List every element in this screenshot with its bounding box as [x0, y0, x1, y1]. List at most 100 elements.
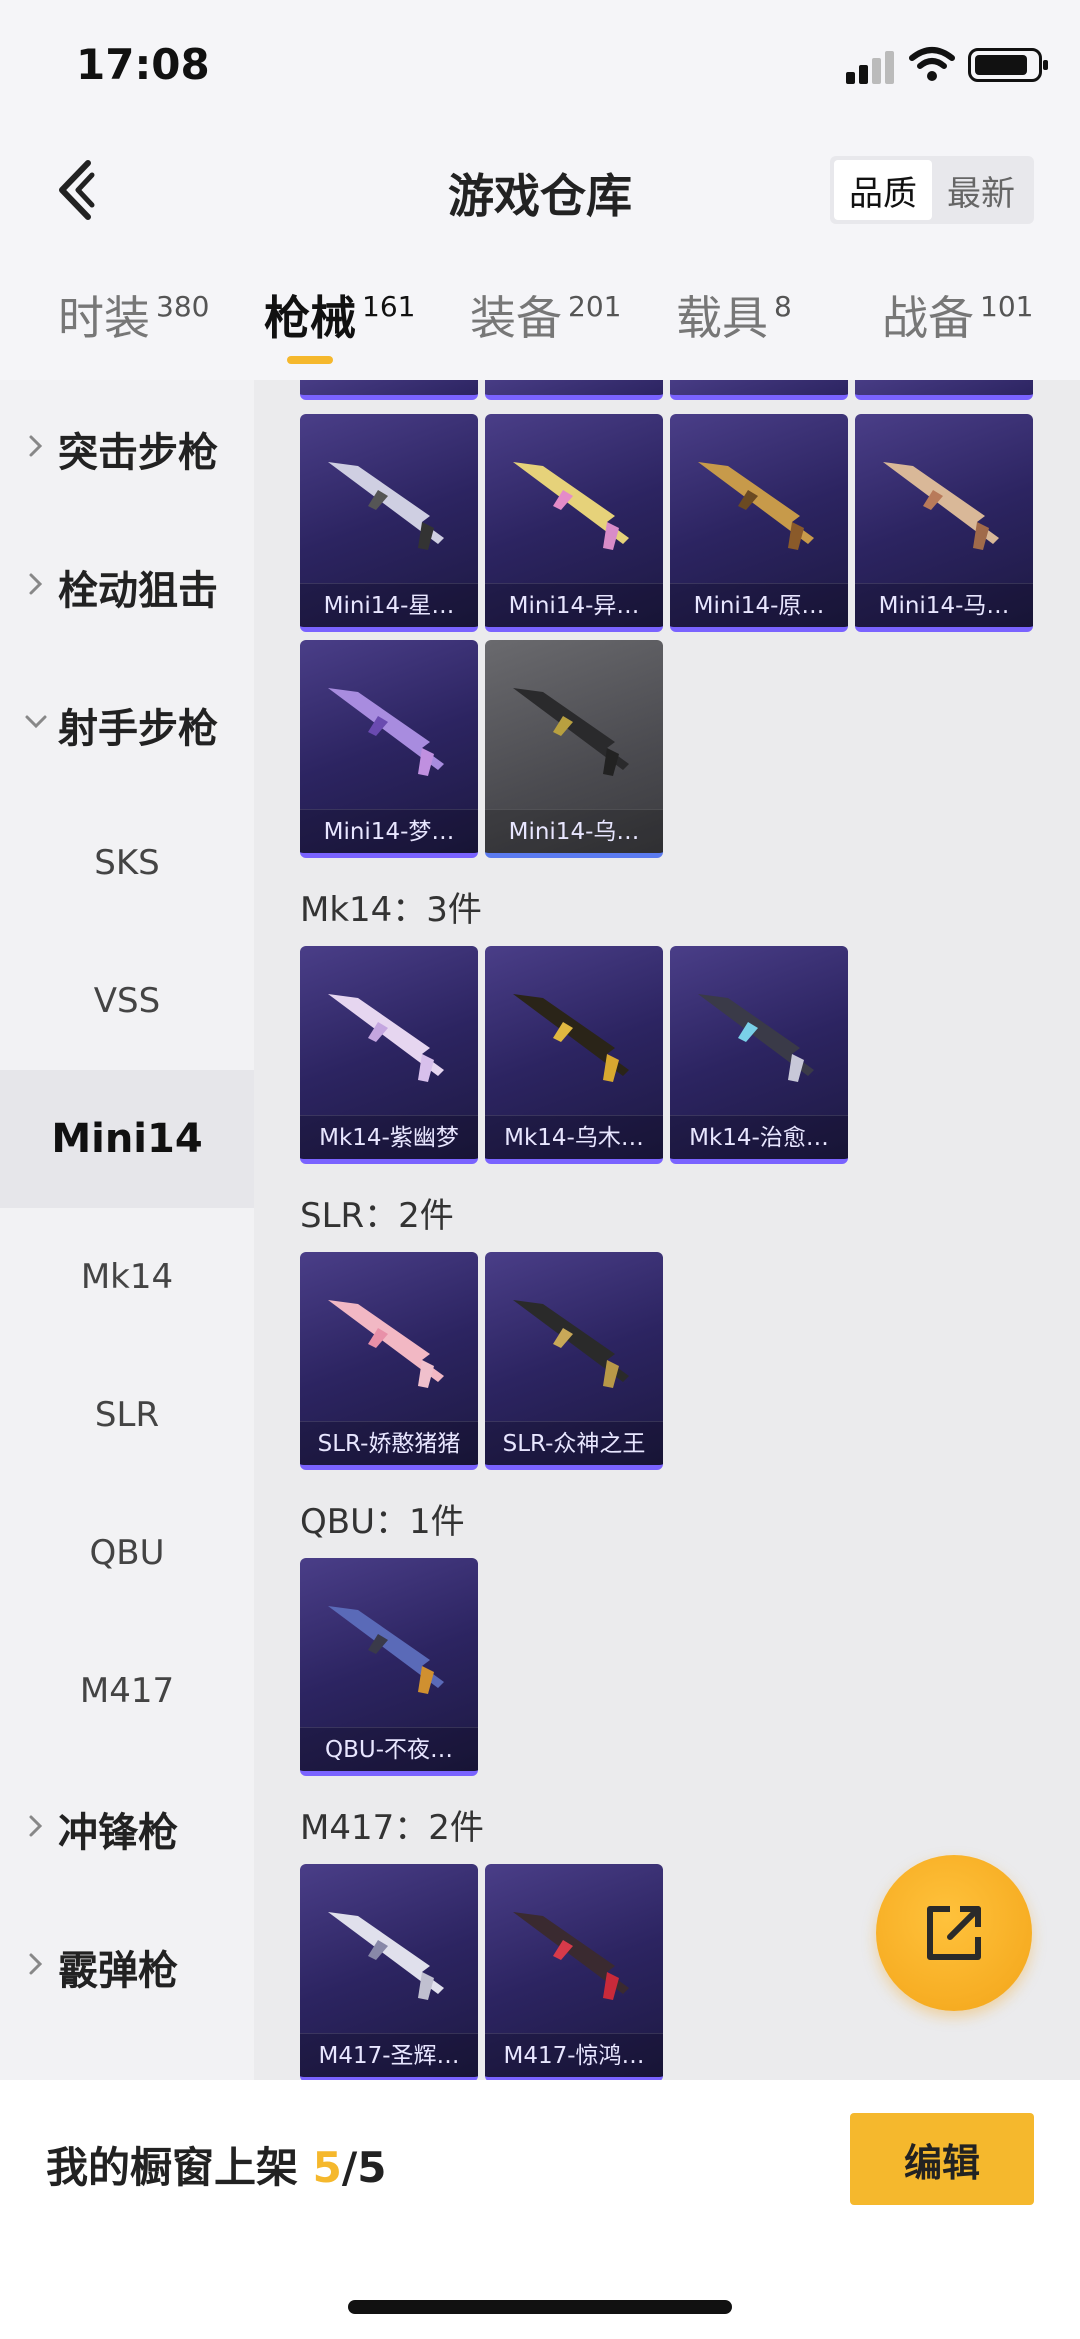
skin-name: Mk14-紫幽梦 [300, 1115, 478, 1159]
sidebar-item-label: 冲锋枪 [58, 1810, 178, 1856]
sidebar-item-bolt-sniper[interactable]: 栓动狙击 [0, 518, 254, 656]
skin-card[interactable]: Mini14-异… [485, 414, 663, 632]
share-button[interactable] [876, 1855, 1032, 2011]
sidebar-item-sks[interactable]: SKS [0, 794, 254, 932]
chevron-right-icon [29, 435, 43, 457]
tab-label: 时装 [58, 291, 150, 345]
signal-icon [846, 50, 896, 84]
skin-card[interactable]: Mini14-乌… [485, 640, 663, 858]
chevron-right-icon [29, 1953, 43, 1975]
skin-name: SLR-娇憨猪猪 [300, 1421, 478, 1465]
skin-card[interactable]: Mini14-马… [855, 414, 1033, 632]
tab-count: 380 [156, 290, 210, 323]
tab-label: 战备 [882, 291, 974, 345]
skin-card[interactable]: Mini14-梦… [300, 640, 478, 858]
app-screen: 17:08 游戏仓库 品质 最新 时装 380 枪械 161 装备 201 载具 8 战… [0, 0, 1080, 2339]
skin-grid: Mini14-星… Mini14-异… Mini14-原… Mini14-马… … [254, 380, 1080, 2080]
rifle-icon [328, 994, 444, 1082]
sidebar-item-slr[interactable]: SLR [0, 1346, 254, 1484]
sort-quality-button[interactable]: 品质 [834, 160, 932, 220]
skin-card[interactable]: M417-惊鸿… [485, 1864, 663, 2080]
sort-latest-button[interactable]: 最新 [932, 160, 1030, 220]
skin-name: SLR-众神之王 [485, 1421, 663, 1465]
sidebar-item-smg[interactable]: 冲锋枪 [0, 1760, 254, 1898]
sidebar-item-qbu[interactable]: QBU [0, 1484, 254, 1622]
sidebar-item-label: 突击步枪 [58, 430, 218, 476]
skin-name: Mini14-乌… [485, 809, 663, 853]
sidebar-item-label: 射手步枪 [58, 706, 218, 752]
sidebar-item-shotgun[interactable]: 霰弹枪 [0, 1898, 254, 2036]
skin-card[interactable]: M417-圣辉… [300, 1864, 478, 2080]
home-indicator [348, 2300, 732, 2314]
status-bar: 17:08 [0, 0, 1080, 130]
tab-label: 装备 [470, 291, 562, 345]
wifi-icon [909, 47, 955, 81]
skin-name: M417-圣辉… [300, 2033, 478, 2077]
tab-label: 载具 [676, 291, 768, 345]
showcase-status: 我的橱窗上架 5/5 [46, 2134, 386, 2195]
chevron-down-icon [25, 715, 47, 729]
tab-supplies[interactable]: 战备 101 [882, 282, 1033, 348]
sidebar-item-label: 霰弹枪 [58, 1948, 178, 1994]
skin-name: Mini14-马… [855, 583, 1033, 627]
skin-card[interactable]: Mk14-紫幽梦 [300, 946, 478, 1164]
rifle-icon [328, 1606, 444, 1694]
skin-name: Mk14-治愈… [670, 1115, 848, 1159]
skin-name: Mini14-梦… [300, 809, 478, 853]
tab-outfits[interactable]: 时装 380 [58, 282, 209, 348]
cut-off-card[interactable] [855, 380, 1033, 400]
showcase-count: 5 [312, 2143, 342, 2192]
sidebar-item-label: 栓动狙击 [58, 568, 218, 614]
section-title-qbu: QBU：1件 [300, 1502, 465, 1542]
skin-card[interactable]: Mini14-原… [670, 414, 848, 632]
tab-label: 枪械 [264, 291, 356, 345]
section-title-slr: SLR：2件 [300, 1196, 454, 1236]
showcase-total: /5 [341, 2143, 387, 2192]
rifle-icon [513, 462, 629, 550]
skin-name: QBU-不夜… [300, 1727, 478, 1771]
sidebar-item-assault-rifle[interactable]: 突击步枪 [0, 380, 254, 518]
edit-button[interactable]: 编辑 [850, 2113, 1034, 2205]
share-icon [927, 1906, 981, 1960]
tab-guns[interactable]: 枪械 161 [264, 282, 415, 348]
category-tabs: 时装 380 枪械 161 装备 201 载具 8 战备 101 [0, 282, 1080, 372]
rifle-icon [513, 1912, 629, 2000]
skin-name: Mini14-原… [670, 583, 848, 627]
tab-equipment[interactable]: 装备 201 [470, 282, 621, 348]
skin-card[interactable]: QBU-不夜… [300, 1558, 478, 1776]
skin-card[interactable]: Mk14-治愈… [670, 946, 848, 1164]
rifle-icon [698, 462, 814, 550]
sidebar-item-marksman-rifle[interactable]: 射手步枪 [0, 656, 254, 794]
cut-off-card[interactable] [485, 380, 663, 400]
section-title-m417: M417：2件 [300, 1808, 484, 1848]
sidebar-item-mini14[interactable]: Mini14 [0, 1070, 254, 1208]
skin-name: Mini14-异… [485, 583, 663, 627]
chevron-right-icon [29, 573, 43, 595]
skin-card[interactable]: Mk14-乌木… [485, 946, 663, 1164]
rifle-icon [883, 462, 999, 550]
skin-name: Mini14-星… [300, 583, 478, 627]
chevron-right-icon [29, 1815, 43, 1837]
battery-icon [968, 48, 1048, 82]
cut-off-card[interactable] [670, 380, 848, 400]
sidebar-item-vss[interactable]: VSS [0, 932, 254, 1070]
rifle-icon [513, 688, 629, 776]
rifle-icon [328, 1300, 444, 1388]
tab-vehicles[interactable]: 载具 8 [676, 282, 792, 348]
section-title-mk14: Mk14：3件 [300, 890, 482, 930]
tab-count: 101 [980, 290, 1034, 323]
weapon-sidebar: 突击步枪 栓动狙击 射手步枪 SKS VSS Mini14 Mk14 SLR Q… [0, 380, 254, 2080]
active-tab-indicator [287, 356, 333, 364]
cut-off-card[interactable] [300, 380, 478, 400]
sidebar-item-m417[interactable]: M417 [0, 1622, 254, 1760]
skin-card[interactable]: Mini14-星… [300, 414, 478, 632]
status-time: 17:08 [76, 40, 210, 89]
rifle-icon [328, 1912, 444, 2000]
rifle-icon [513, 994, 629, 1082]
sidebar-item-mk14[interactable]: Mk14 [0, 1208, 254, 1346]
tab-count: 8 [774, 290, 792, 323]
skin-card[interactable]: SLR-娇憨猪猪 [300, 1252, 478, 1470]
sort-toggle[interactable]: 品质 最新 [830, 156, 1034, 224]
skin-card[interactable]: SLR-众神之王 [485, 1252, 663, 1470]
showcase-label: 我的橱窗上架 [46, 2143, 313, 2192]
